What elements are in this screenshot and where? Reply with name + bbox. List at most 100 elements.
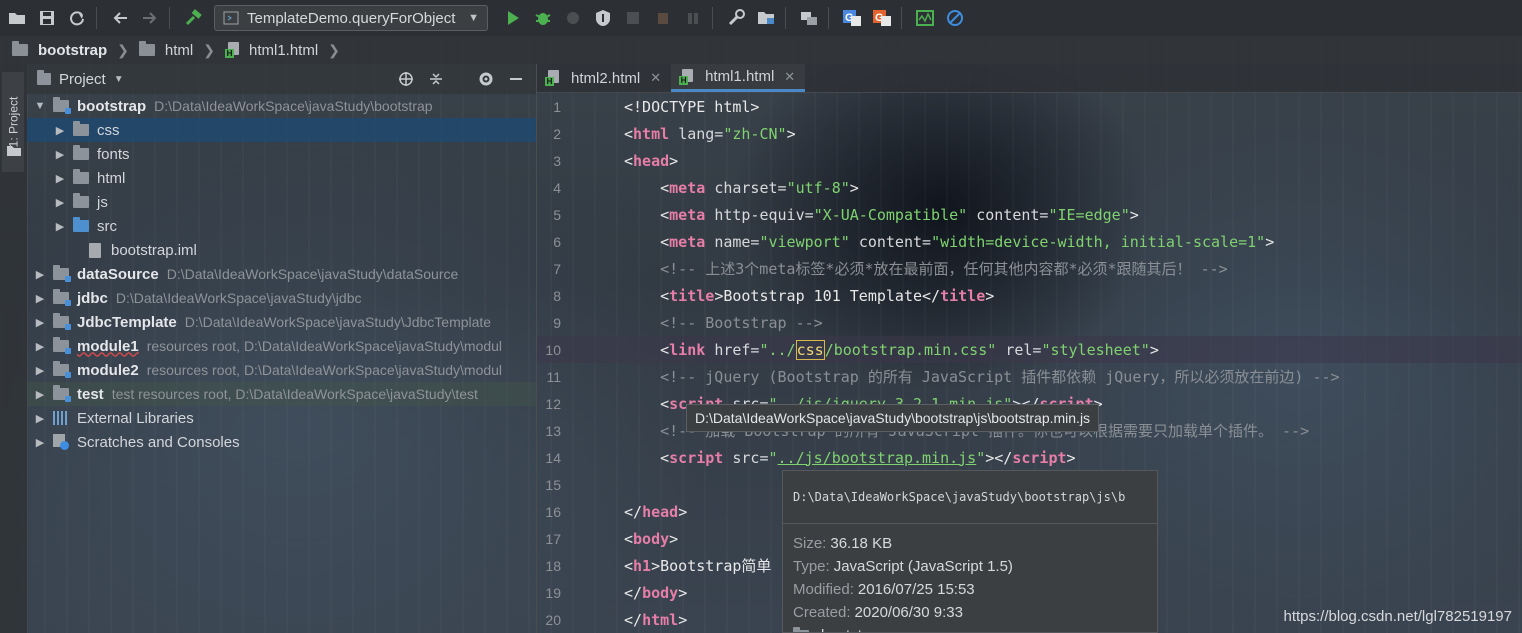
tree-item-label: src [97,217,117,235]
html-file-icon [679,68,694,85]
chevron-right-icon[interactable]: ▶ [53,196,67,209]
module-folder-icon [53,97,71,114]
tree-item-label: js [97,193,108,211]
tree-item-js[interactable]: ▶ js [27,190,536,214]
breadcrumb-item-html[interactable]: html [165,42,193,59]
chevron-right-icon[interactable]: ▶ [53,124,67,137]
project-panel: Project ▼ ▼ bootstrap D:\Data\IdeaWorkSp… [27,64,537,633]
main-toolbar: TemplateDemo.queryForObject ▼ G G [0,0,1522,36]
run-icon[interactable] [500,5,526,31]
tree-item-module1[interactable]: ▶ module1 resources root, D:\Data\IdeaWo… [27,334,536,358]
minimize-icon[interactable] [508,71,524,87]
sdk-manager-icon[interactable] [796,5,822,31]
tree-item-path: test resources root, D:\Data\IdeaWorkSpa… [111,386,478,402]
chevron-down-icon[interactable]: ▼ [114,74,124,85]
tree-item-fonts[interactable]: ▶ fonts [27,142,536,166]
created-value: 2020/06/30 9:33 [854,604,963,621]
tree-item-jdbctemplate[interactable]: ▶ JdbcTemplate D:\Data\IdeaWorkSpace\jav… [27,310,536,334]
chevron-right-icon[interactable]: ▶ [33,340,47,353]
disable-power-save-icon[interactable] [942,5,968,31]
chevron-right-icon[interactable]: ▶ [33,412,47,425]
tree-item-test[interactable]: ▶ test test resources root, D:\Data\Idea… [27,382,536,406]
chevron-right-icon[interactable]: ▶ [53,172,67,185]
line-number: 5 [553,206,561,223]
tree-item-bootstrap-iml[interactable]: bootstrap.iml [27,238,536,262]
tab-html2[interactable]: html2.html ✕ [537,64,671,92]
line-number: 14 [545,449,561,466]
close-icon[interactable]: ✕ [784,69,795,85]
chevron-right-icon[interactable]: ▶ [33,364,47,377]
activity-monitor-icon[interactable] [912,5,938,31]
line-number: 19 [545,584,561,601]
tree-item-css[interactable]: ▶ css [27,118,536,142]
tab-html1[interactable]: html1.html ✕ [671,64,806,92]
tree-item-html[interactable]: ▶ html [27,166,536,190]
build-hammer-icon[interactable] [180,5,206,31]
collapse-all-icon[interactable] [428,71,444,87]
tree-item-datasource[interactable]: ▶ dataSource D:\Data\IdeaWorkSpace\javaS… [27,262,536,286]
folder-icon [7,146,21,156]
editor-tabs: html2.html ✕ html1.html ✕ [537,64,1522,93]
translate-google-icon[interactable]: G [839,5,865,31]
coverage-icon[interactable] [560,5,586,31]
chevron-right-icon[interactable]: ▶ [33,292,47,305]
folder-icon [73,121,89,136]
run-configuration-selector[interactable]: TemplateDemo.queryForObject ▼ [214,5,488,31]
project-structure-icon[interactable] [753,5,779,31]
debug-bug-icon[interactable] [530,5,556,31]
size-label: Size: [793,535,827,552]
tree-item-module2[interactable]: ▶ module2 resources root, D:\Data\IdeaWo… [27,358,536,382]
chevron-right-icon[interactable]: ▶ [33,268,47,281]
profile-shield-icon[interactable] [590,5,616,31]
line-number: 20 [545,611,561,628]
chevron-right-icon[interactable]: ▶ [53,148,67,161]
tree-item-src[interactable]: ▶ src [27,214,536,238]
tree-item-label: fonts [97,145,130,163]
folder-link[interactable]: bootstrap [821,627,884,632]
line-number: 9 [553,314,561,331]
code-line: 2 <html lang="zh-CN"> [537,120,1522,147]
breadcrumb-item-bootstrap[interactable]: bootstrap [38,42,107,59]
line-number: 8 [553,287,561,304]
line-number: 10 [545,341,561,358]
close-icon[interactable]: ✕ [650,70,661,86]
tree-item-external-libraries[interactable]: ▶ External Libraries [27,406,536,430]
translate-orange-icon[interactable]: G [869,5,895,31]
tree-item-scratches[interactable]: ▶ Scratches and Consoles [27,430,536,454]
module-folder-icon [53,265,71,282]
line-number: 12 [545,395,561,412]
gear-icon[interactable] [478,71,494,87]
attach-icon[interactable] [650,5,676,31]
project-tool-tab[interactable]: 1: Project [2,72,24,172]
tree-item-bootstrap[interactable]: ▼ bootstrap D:\Data\IdeaWorkSpace\javaSt… [27,94,536,118]
forward-arrow-icon[interactable] [137,5,163,31]
back-arrow-icon[interactable] [107,5,133,31]
stop-icon[interactable] [620,5,646,31]
sync-icon[interactable] [64,5,90,31]
chevron-down-icon[interactable]: ▼ [33,100,47,112]
code-line: 5 <meta http-equiv="X-UA-Compatible" con… [537,201,1522,228]
locate-target-icon[interactable] [398,71,414,87]
code-line-current: 10 <link href="../css/bootstrap.min.css"… [537,336,1522,363]
chevron-right-icon[interactable]: ▶ [33,388,47,401]
line-number: 16 [545,503,561,520]
tree-item-jdbc[interactable]: ▶ jdbc D:\Data\IdeaWorkSpace\javaStudy\j… [27,286,536,310]
quick-doc-size-row: Size: 36.18 KB [793,532,1147,555]
open-folder-icon[interactable] [4,5,30,31]
pause-icon[interactable] [680,5,706,31]
code-line: 6 <meta name="viewport" content="width=d… [537,228,1522,255]
save-icon[interactable] [34,5,60,31]
tree-item-label: bootstrap [77,97,147,115]
tree-item-path: D:\Data\IdeaWorkSpace\javaStudy\bootstra… [154,98,433,114]
run-config-label: TemplateDemo.queryForObject [247,9,456,27]
breadcrumb: bootstrap ❯ html ❯ html1.html ❯ [0,36,1522,64]
code-line: 9 <!-- Bootstrap --> [537,309,1522,336]
tab-label: html2.html [571,69,641,87]
breadcrumb-item-html1[interactable]: html1.html [249,42,318,59]
chevron-right-icon[interactable]: ▶ [53,220,67,233]
chevron-right-icon[interactable]: ▶ [33,436,47,449]
settings-wrench-icon[interactable] [723,5,749,31]
quick-doc-folder-row[interactable]: bootstrap [793,624,1147,632]
chevron-right-icon[interactable]: ▶ [33,316,47,329]
project-panel-title[interactable]: Project [59,71,106,88]
